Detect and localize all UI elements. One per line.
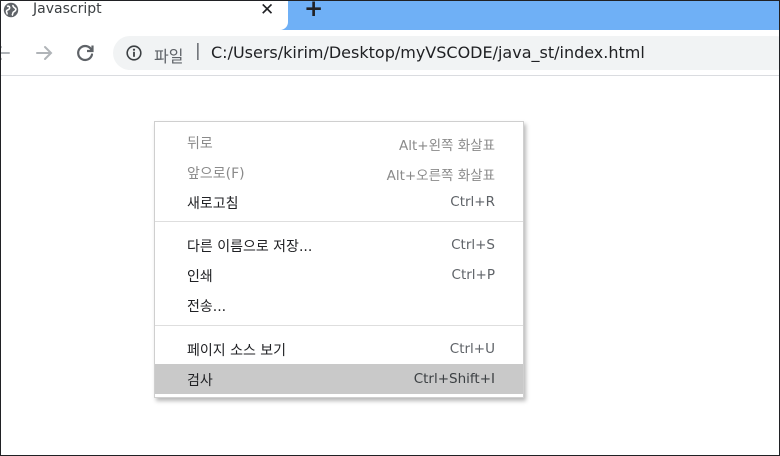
menu-item-inspect[interactable]: 검사 Ctrl+Shift+I <box>155 364 523 394</box>
menu-item-shortcut: Ctrl+Shift+I <box>413 371 495 387</box>
toolbar: 파일 | C:/Users/kirim/Desktop/myVSCODE/jav… <box>0 30 780 76</box>
new-tab-button[interactable]: + <box>304 0 323 21</box>
menu-item-shortcut: Ctrl+U <box>449 341 495 357</box>
menu-item-label: 뒤로 <box>187 136 213 152</box>
scheme-separator: | <box>195 41 201 61</box>
menu-divider <box>155 325 523 326</box>
menu-item-label: 앞으로(F) <box>187 166 245 182</box>
menu-item-shortcut: Ctrl+R <box>450 194 495 210</box>
menu-item-label: 페이지 소스 보기 <box>187 343 287 359</box>
menu-item-label: 검사 <box>187 373 213 389</box>
tab-javascript[interactable]: Javascript ✕ <box>0 0 288 30</box>
arrow-left-icon[interactable] <box>0 41 14 65</box>
close-icon[interactable]: ✕ <box>260 1 274 19</box>
menu-item-label: 전송... <box>187 299 227 315</box>
context-menu: 뒤로 Alt+왼쪽 화살표 앞으로(F) Alt+오른쪽 화살표 새로고침 Ct… <box>154 121 524 398</box>
url-text[interactable]: C:/Users/kirim/Desktop/myVSCODE/java_st/… <box>211 43 645 62</box>
menu-item-view-source[interactable]: 페이지 소스 보기 Ctrl+U <box>155 334 523 364</box>
reload-icon[interactable] <box>73 41 97 65</box>
menu-item-shortcut: Ctrl+S <box>451 237 495 253</box>
menu-item-shortcut: Alt+오른쪽 화살표 <box>386 168 495 184</box>
scheme-label: 파일 <box>154 47 184 66</box>
menu-divider <box>155 221 523 222</box>
menu-item-cast[interactable]: 전송... <box>155 290 523 320</box>
menu-item-forward[interactable]: 앞으로(F) Alt+오른쪽 화살표 <box>155 157 523 187</box>
menu-item-shortcut: Alt+왼쪽 화살표 <box>399 138 495 154</box>
menu-item-save-as[interactable]: 다른 이름으로 저장... Ctrl+S <box>155 230 523 260</box>
arrow-right-icon[interactable] <box>32 41 56 65</box>
menu-item-print[interactable]: 인쇄 Ctrl+P <box>155 260 523 290</box>
info-icon[interactable] <box>126 45 142 61</box>
menu-item-reload[interactable]: 새로고침 Ctrl+R <box>155 187 523 217</box>
tab-strip: Javascript ✕ + <box>0 0 780 30</box>
menu-item-label: 인쇄 <box>187 269 213 285</box>
tab-title: Javascript <box>33 1 102 17</box>
menu-item-label: 다른 이름으로 저장... <box>187 239 313 255</box>
menu-item-back[interactable]: 뒤로 Alt+왼쪽 화살표 <box>155 127 523 157</box>
address-bar[interactable]: 파일 | C:/Users/kirim/Desktop/myVSCODE/jav… <box>113 36 780 70</box>
globe-icon <box>3 2 19 18</box>
menu-item-label: 새로고침 <box>187 196 239 212</box>
menu-item-shortcut: Ctrl+P <box>451 267 495 283</box>
